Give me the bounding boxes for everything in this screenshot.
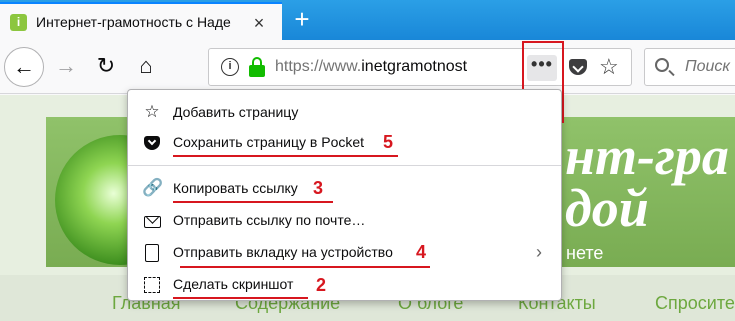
menu-item-send-tab[interactable]: Отправить вкладку на устройство ›: [128, 238, 561, 266]
tab-favicon-icon: i: [10, 14, 27, 31]
chevron-right-icon: ›: [536, 242, 542, 262]
menu-item-bookmark[interactable]: ☆ Добавить страницу: [128, 98, 561, 126]
pocket-icon: [142, 132, 162, 152]
menu-item-email-link[interactable]: Отправить ссылку по почте…: [128, 206, 561, 234]
reload-button[interactable]: ↻: [88, 49, 124, 85]
menu-item-label: Отправить вкладку на устройство: [173, 244, 393, 260]
banner-tagline: нете: [566, 243, 604, 263]
menu-item-label: Отправить ссылку по почте…: [173, 212, 366, 228]
annotation-underline: [173, 297, 308, 299]
lock-icon[interactable]: [249, 57, 265, 77]
menu-separator: [128, 165, 561, 166]
bookmark-star-icon[interactable]: ☆: [599, 54, 619, 80]
back-button[interactable]: ←: [4, 47, 44, 87]
navigation-toolbar: ← → ↻ ⌂ i https://www.inetgramotnost •••…: [0, 40, 735, 94]
annotation-mark-5: 5: [383, 132, 394, 152]
menu-item-screenshot[interactable]: Сделать скриншот: [128, 270, 561, 298]
forward-button[interactable]: →: [48, 49, 84, 85]
annotation-mark-4: 4: [416, 242, 427, 262]
url-bar[interactable]: i https://www.inetgramotnost ••• ☆: [208, 48, 632, 86]
link-icon: 🔗: [142, 178, 164, 197]
annotation-underline: [180, 266, 430, 268]
menu-item-label: Сделать скриншот: [173, 276, 294, 292]
menu-item-label: Добавить страницу: [173, 104, 299, 120]
page-actions-menu: ☆ Добавить страницу Сохранить страницу в…: [127, 89, 562, 301]
url-prefix: https://www.: [275, 58, 362, 75]
site-info-icon[interactable]: i: [221, 58, 239, 76]
url-text[interactable]: https://www.inetgramotnost: [275, 58, 497, 76]
menu-item-copy-link[interactable]: 🔗 Копировать ссылку: [128, 174, 561, 202]
tab-close-icon[interactable]: ×: [248, 12, 270, 34]
annotation-underline: [173, 201, 333, 203]
url-domain: inetgramotnost: [361, 58, 468, 75]
annotation-mark-3: 3: [313, 178, 324, 198]
screenshot-icon: [142, 274, 162, 294]
search-input[interactable]: Поиск: [644, 48, 735, 86]
tab-active[interactable]: i Интернет-грамотность с Наде ×: [0, 2, 282, 40]
tab-title: Интернет-грамотность с Наде: [36, 14, 231, 30]
site-nav-ask[interactable]: Спросите: [655, 293, 735, 314]
menu-item-label: Копировать ссылку: [173, 180, 298, 196]
menu-item-label: Сохранить страницу в Pocket: [173, 134, 365, 150]
annotation-underline: [173, 155, 398, 157]
home-button[interactable]: ⌂: [128, 49, 164, 85]
pocket-icon[interactable]: [569, 59, 587, 75]
send-to-device-icon: [142, 242, 162, 262]
star-icon: ☆: [144, 102, 160, 121]
menu-item-pocket[interactable]: Сохранить страницу в Pocket: [128, 128, 561, 156]
new-tab-button[interactable]: +: [289, 6, 315, 32]
tab-strip: i Интернет-грамотность с Наде × +: [0, 0, 735, 40]
envelope-icon: [142, 210, 162, 230]
banner-subtitle: дой: [565, 178, 649, 238]
search-icon: [655, 58, 669, 72]
search-placeholder: Поиск: [685, 58, 730, 75]
annotation-mark-2: 2: [316, 275, 327, 295]
